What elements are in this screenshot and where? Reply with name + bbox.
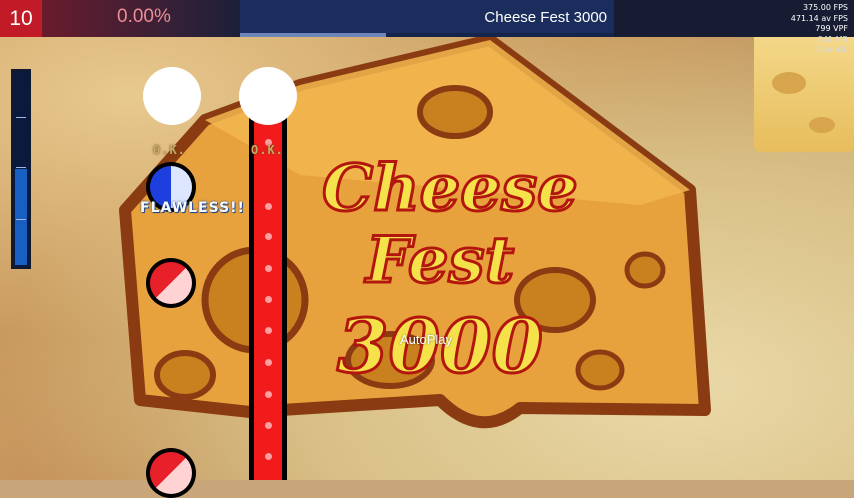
- health-tick: [16, 117, 26, 118]
- cheese-hole: [154, 350, 216, 400]
- renderer-text: OpenGL: [815, 45, 848, 54]
- avg-fps-text: 471.14 av FPS: [790, 13, 848, 23]
- health-tick: [16, 219, 26, 220]
- song-progress-fill: [240, 33, 386, 37]
- cheese-hole: [624, 251, 666, 289]
- song-title: Cheese Fest 3000: [484, 9, 607, 26]
- performance-overlay: 375.00 FPS 471.14 av FPS 799 VPF 841 MB …: [791, 3, 848, 56]
- vpf-text: 799 VPF: [815, 24, 848, 33]
- logo-line-3: 3000: [337, 304, 543, 390]
- cheese-hole: [575, 349, 625, 391]
- lane-2-receptor: [239, 67, 297, 125]
- cheese-logo: Cheese Fest 3000: [119, 34, 711, 429]
- memory-text: 841 MB: [817, 34, 848, 44]
- autoplay-indicator: AutoPlay: [400, 332, 453, 347]
- lane-1-judgement: O.K.: [153, 143, 186, 157]
- health-fill: [15, 169, 27, 265]
- lane-1-receptor: [143, 67, 201, 125]
- song-progress-bar: [240, 33, 614, 37]
- accuracy-text: 0.00%: [117, 6, 171, 27]
- don-note: [146, 448, 196, 498]
- combo-counter: 10: [0, 0, 42, 37]
- fps-text: 375.00 FPS: [802, 3, 848, 12]
- flawless-combo-text: FLAWLESS!!: [140, 200, 245, 216]
- don-note: [146, 258, 196, 308]
- health-bar: [11, 69, 31, 269]
- cheese-hole: [417, 85, 493, 139]
- health-tick: [16, 167, 26, 168]
- lane-2-judgement: O.K.: [251, 143, 284, 157]
- song-title-panel: Cheese Fest 3000: [240, 0, 614, 37]
- logo-line-2: Fest: [364, 223, 514, 298]
- accuracy-panel: 0.00%: [42, 0, 240, 37]
- logo-line-1: Cheese: [322, 151, 578, 226]
